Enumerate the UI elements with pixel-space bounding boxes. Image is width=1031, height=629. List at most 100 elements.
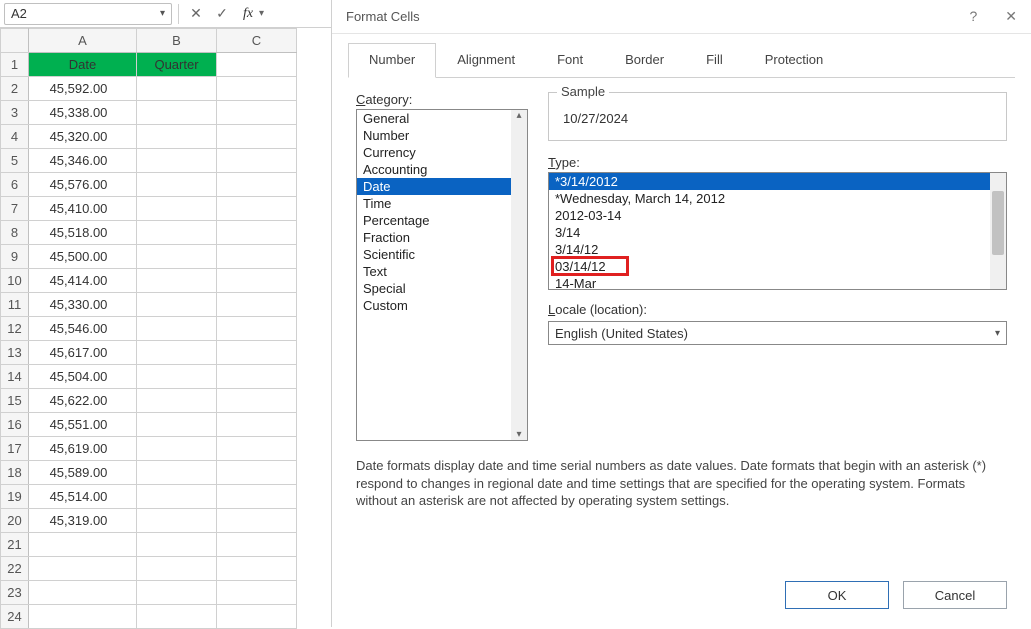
- cell[interactable]: 45,346.00: [29, 149, 137, 173]
- row-header[interactable]: 23: [1, 581, 29, 605]
- row-header[interactable]: 14: [1, 365, 29, 389]
- cell[interactable]: [217, 437, 297, 461]
- cell[interactable]: [217, 53, 297, 77]
- cell[interactable]: [217, 533, 297, 557]
- category-item[interactable]: Special: [357, 280, 527, 297]
- row-header[interactable]: 16: [1, 413, 29, 437]
- row-header[interactable]: 22: [1, 557, 29, 581]
- type-listbox[interactable]: *3/14/2012*Wednesday, March 14, 20122012…: [548, 172, 1007, 290]
- row-header[interactable]: 19: [1, 485, 29, 509]
- cancel-entry-icon[interactable]: ✕: [185, 3, 207, 25]
- cell[interactable]: [137, 485, 217, 509]
- scroll-thumb[interactable]: [992, 191, 1004, 255]
- cell[interactable]: 45,410.00: [29, 197, 137, 221]
- cell[interactable]: 45,500.00: [29, 245, 137, 269]
- cancel-button[interactable]: Cancel: [903, 581, 1007, 609]
- cell[interactable]: 45,592.00: [29, 77, 137, 101]
- cell[interactable]: [217, 509, 297, 533]
- cell[interactable]: [137, 557, 217, 581]
- cell[interactable]: [29, 605, 137, 629]
- cell[interactable]: [217, 557, 297, 581]
- type-item[interactable]: 03/14/12: [549, 258, 1006, 275]
- scroll-down-icon[interactable]: ▾: [516, 429, 521, 440]
- column-header[interactable]: A: [29, 29, 137, 53]
- cell[interactable]: [217, 389, 297, 413]
- cell[interactable]: [217, 245, 297, 269]
- cell[interactable]: [137, 533, 217, 557]
- category-item[interactable]: Number: [357, 127, 527, 144]
- row-header[interactable]: 20: [1, 509, 29, 533]
- row-header[interactable]: 4: [1, 125, 29, 149]
- cell[interactable]: [137, 173, 217, 197]
- cell[interactable]: 45,551.00: [29, 413, 137, 437]
- cell[interactable]: 45,589.00: [29, 461, 137, 485]
- cell[interactable]: [217, 77, 297, 101]
- tab-font[interactable]: Font: [536, 43, 604, 78]
- row-header[interactable]: 6: [1, 173, 29, 197]
- cell[interactable]: [137, 149, 217, 173]
- cell[interactable]: [217, 485, 297, 509]
- category-item[interactable]: Percentage: [357, 212, 527, 229]
- row-header[interactable]: 18: [1, 461, 29, 485]
- cell[interactable]: [217, 317, 297, 341]
- grid-table[interactable]: ABC1DateQuarter245,592.00345,338.00445,3…: [0, 28, 297, 629]
- cell[interactable]: Quarter: [137, 53, 217, 77]
- category-item[interactable]: Time: [357, 195, 527, 212]
- cell[interactable]: [137, 269, 217, 293]
- cell[interactable]: [137, 389, 217, 413]
- cell[interactable]: [137, 221, 217, 245]
- category-item[interactable]: Scientific: [357, 246, 527, 263]
- cell[interactable]: [137, 341, 217, 365]
- cell[interactable]: [29, 557, 137, 581]
- cell[interactable]: 45,414.00: [29, 269, 137, 293]
- name-box[interactable]: A2 ▾: [4, 3, 172, 25]
- cell[interactable]: [217, 269, 297, 293]
- scroll-up-icon[interactable]: ▴: [516, 110, 521, 121]
- category-item[interactable]: Currency: [357, 144, 527, 161]
- cell[interactable]: [29, 533, 137, 557]
- cell[interactable]: [137, 461, 217, 485]
- row-header[interactable]: 21: [1, 533, 29, 557]
- row-header[interactable]: 17: [1, 437, 29, 461]
- row-header[interactable]: 3: [1, 101, 29, 125]
- cell[interactable]: [217, 461, 297, 485]
- cell[interactable]: [137, 365, 217, 389]
- cell[interactable]: [217, 173, 297, 197]
- tab-protection[interactable]: Protection: [744, 43, 845, 78]
- fx-button[interactable]: fx: [237, 3, 259, 25]
- category-item[interactable]: Fraction: [357, 229, 527, 246]
- category-item[interactable]: General: [357, 110, 527, 127]
- category-listbox[interactable]: GeneralNumberCurrencyAccountingDateTimeP…: [356, 109, 528, 441]
- type-item[interactable]: *Wednesday, March 14, 2012: [549, 190, 1006, 207]
- ok-button[interactable]: OK: [785, 581, 889, 609]
- type-item[interactable]: *3/14/2012: [549, 173, 1006, 190]
- cell[interactable]: [137, 125, 217, 149]
- cell[interactable]: [217, 293, 297, 317]
- row-header[interactable]: 2: [1, 77, 29, 101]
- cell[interactable]: [217, 221, 297, 245]
- row-header[interactable]: 9: [1, 245, 29, 269]
- row-header[interactable]: 1: [1, 53, 29, 77]
- category-item[interactable]: Custom: [357, 297, 527, 314]
- cell[interactable]: [137, 581, 217, 605]
- row-header[interactable]: 24: [1, 605, 29, 629]
- cell[interactable]: [217, 605, 297, 629]
- row-header[interactable]: 10: [1, 269, 29, 293]
- cell[interactable]: [137, 317, 217, 341]
- cell[interactable]: 45,546.00: [29, 317, 137, 341]
- cell[interactable]: [137, 197, 217, 221]
- tab-border[interactable]: Border: [604, 43, 685, 78]
- cell[interactable]: Date: [29, 53, 137, 77]
- cell[interactable]: 45,518.00: [29, 221, 137, 245]
- row-header[interactable]: 13: [1, 341, 29, 365]
- column-header[interactable]: B: [137, 29, 217, 53]
- cell[interactable]: 45,622.00: [29, 389, 137, 413]
- cell[interactable]: [137, 245, 217, 269]
- cell[interactable]: [137, 437, 217, 461]
- category-item[interactable]: Text: [357, 263, 527, 280]
- type-item[interactable]: 3/14/12: [549, 241, 1006, 258]
- type-item[interactable]: 2012-03-14: [549, 207, 1006, 224]
- cell[interactable]: 45,617.00: [29, 341, 137, 365]
- cell[interactable]: [217, 413, 297, 437]
- cell[interactable]: 45,330.00: [29, 293, 137, 317]
